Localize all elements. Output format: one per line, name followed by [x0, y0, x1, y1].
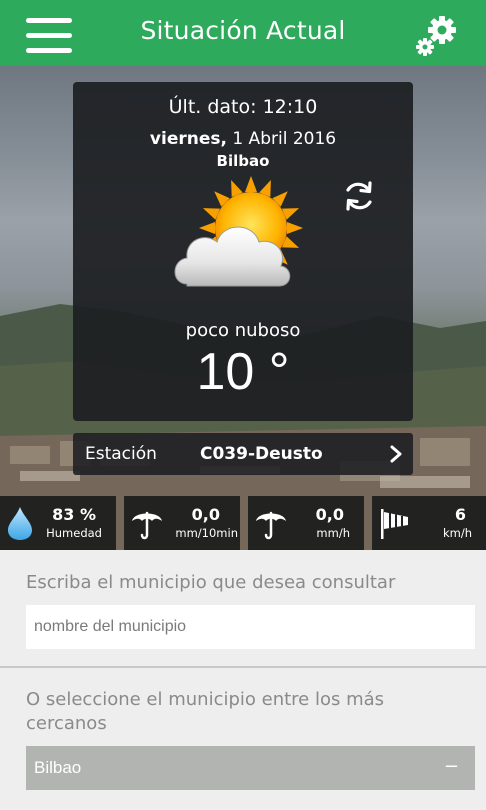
nearby-section: O seleccione el municipio entre los más … — [0, 668, 486, 810]
selected-municipality: Bilbao — [34, 758, 82, 777]
date-weekday: viernes, — [149, 129, 227, 149]
rain-hour-unit: mm/h — [316, 526, 350, 540]
station-label: Estación — [85, 444, 157, 464]
weather-card: Últ. dato: 12:10 viernes, 1 Abril 2016 B… — [73, 82, 413, 421]
stat-rain-10min: 0,0 mm/10min — [124, 496, 240, 550]
date-rest: 1 Abril 2016 — [226, 129, 337, 149]
windsock-icon — [381, 509, 408, 539]
last-update-time: Últ. dato: 12:10 — [168, 96, 318, 118]
stat-wind: 6 km/h — [372, 496, 486, 550]
wind-unit: km/h — [442, 526, 472, 540]
chevron-right-icon — [390, 445, 402, 463]
nearby-title: O seleccione el municipio entre los más … — [26, 689, 385, 734]
umbrella-icon — [132, 511, 162, 540]
rain-hour-value: 0,0 — [315, 505, 344, 524]
current-date: viernes, 1 Abril 2016 — [73, 129, 413, 149]
umbrella-icon — [256, 511, 286, 540]
search-title: Escriba el municipio que desea consultar — [26, 572, 396, 593]
search-section: Escriba el municipio que desea consultar — [0, 550, 486, 666]
nearby-municipality-select[interactable]: Bilbao − — [26, 746, 475, 790]
stat-humidity: 83 % Humedad — [0, 496, 116, 550]
rain-10min-value: 0,0 — [191, 505, 220, 524]
weather-condition: poco nuboso — [185, 320, 301, 341]
gears-icon[interactable] — [414, 14, 462, 58]
humidity-unit: Humedad — [46, 526, 102, 540]
app-header: Situación Actual — [0, 0, 486, 66]
refresh-icon[interactable] — [341, 178, 377, 214]
rain-10min-unit: mm/10min — [175, 526, 238, 540]
partly-cloudy-sun-icon — [169, 176, 309, 306]
temperature: 10 ° — [196, 343, 290, 401]
collapse-indicator: − — [443, 756, 459, 777]
municipality-search-input[interactable] — [26, 605, 475, 649]
city-name: Bilbao — [216, 152, 270, 170]
wind-value: 6 — [454, 505, 466, 524]
weather-stats-row: 83 % Humedad 0,0 mm/10min 0,0 mm/h 6 km/… — [0, 496, 486, 550]
stat-rain-hour: 0,0 mm/h — [248, 496, 364, 550]
station-value: C039-Deusto — [200, 444, 323, 464]
station-selector[interactable]: Estación C039-Deusto — [73, 433, 413, 475]
water-drop-icon — [8, 507, 32, 540]
humidity-value: 83 % — [52, 505, 96, 524]
